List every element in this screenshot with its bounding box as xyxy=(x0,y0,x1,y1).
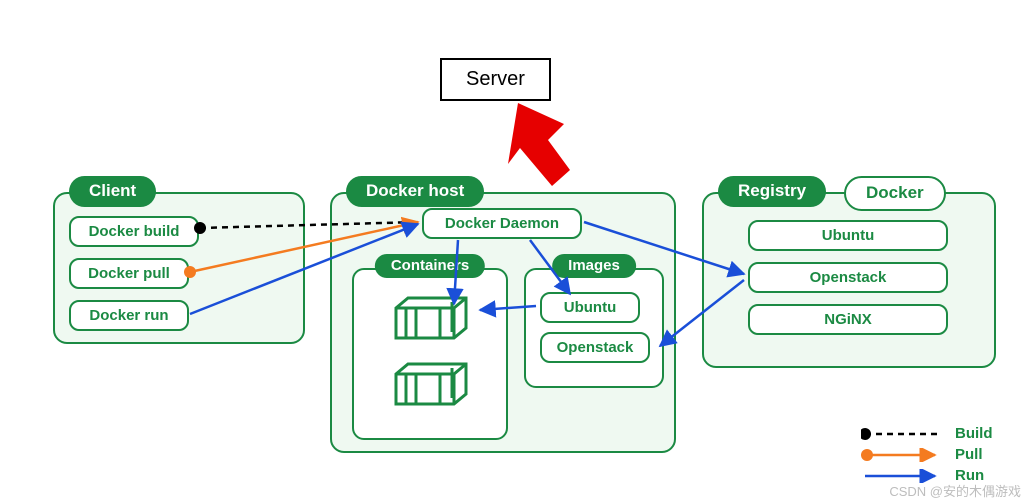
container-icon xyxy=(394,362,468,406)
legend-build-label: Build xyxy=(955,425,1015,442)
registry-item-nginx: NGiNX xyxy=(748,304,948,335)
registry-brand: Docker xyxy=(844,176,946,211)
registry-item-openstack: Openstack xyxy=(748,262,948,293)
client-item-docker-pull: Docker pull xyxy=(69,258,189,289)
legend-build: Build xyxy=(861,425,1015,442)
client-item-docker-build: Docker build xyxy=(69,216,199,247)
host-title: Docker host xyxy=(346,176,484,207)
image-item-openstack: Openstack xyxy=(540,332,650,363)
host-panel: Docker host Docker Daemon Containers xyxy=(330,192,676,453)
images-subpanel: Images Ubuntu Openstack xyxy=(524,268,664,388)
legend-pull-label: Pull xyxy=(955,446,1015,463)
registry-item-ubuntu: Ubuntu xyxy=(748,220,948,251)
containers-subpanel: Containers xyxy=(352,268,508,440)
legend-pull: Pull xyxy=(861,446,1015,463)
annotation-server: Server xyxy=(440,58,551,101)
client-item-docker-run: Docker run xyxy=(69,300,189,331)
client-panel: Client Docker build Docker pull Docker r… xyxy=(53,192,305,344)
registry-title: Registry xyxy=(718,176,826,207)
legend: Build Pull Run xyxy=(861,421,1015,484)
images-title: Images xyxy=(552,254,636,278)
client-title: Client xyxy=(69,176,156,207)
registry-panel: Registry Docker Ubuntu Openstack NGiNX xyxy=(702,192,996,368)
container-icon xyxy=(394,296,468,340)
docker-daemon: Docker Daemon xyxy=(422,208,582,239)
containers-title: Containers xyxy=(375,254,485,278)
watermark: CSDN @安的木偶游戏 xyxy=(889,481,1021,500)
image-item-ubuntu: Ubuntu xyxy=(540,292,640,323)
annotation-server-label: Server xyxy=(466,68,525,90)
